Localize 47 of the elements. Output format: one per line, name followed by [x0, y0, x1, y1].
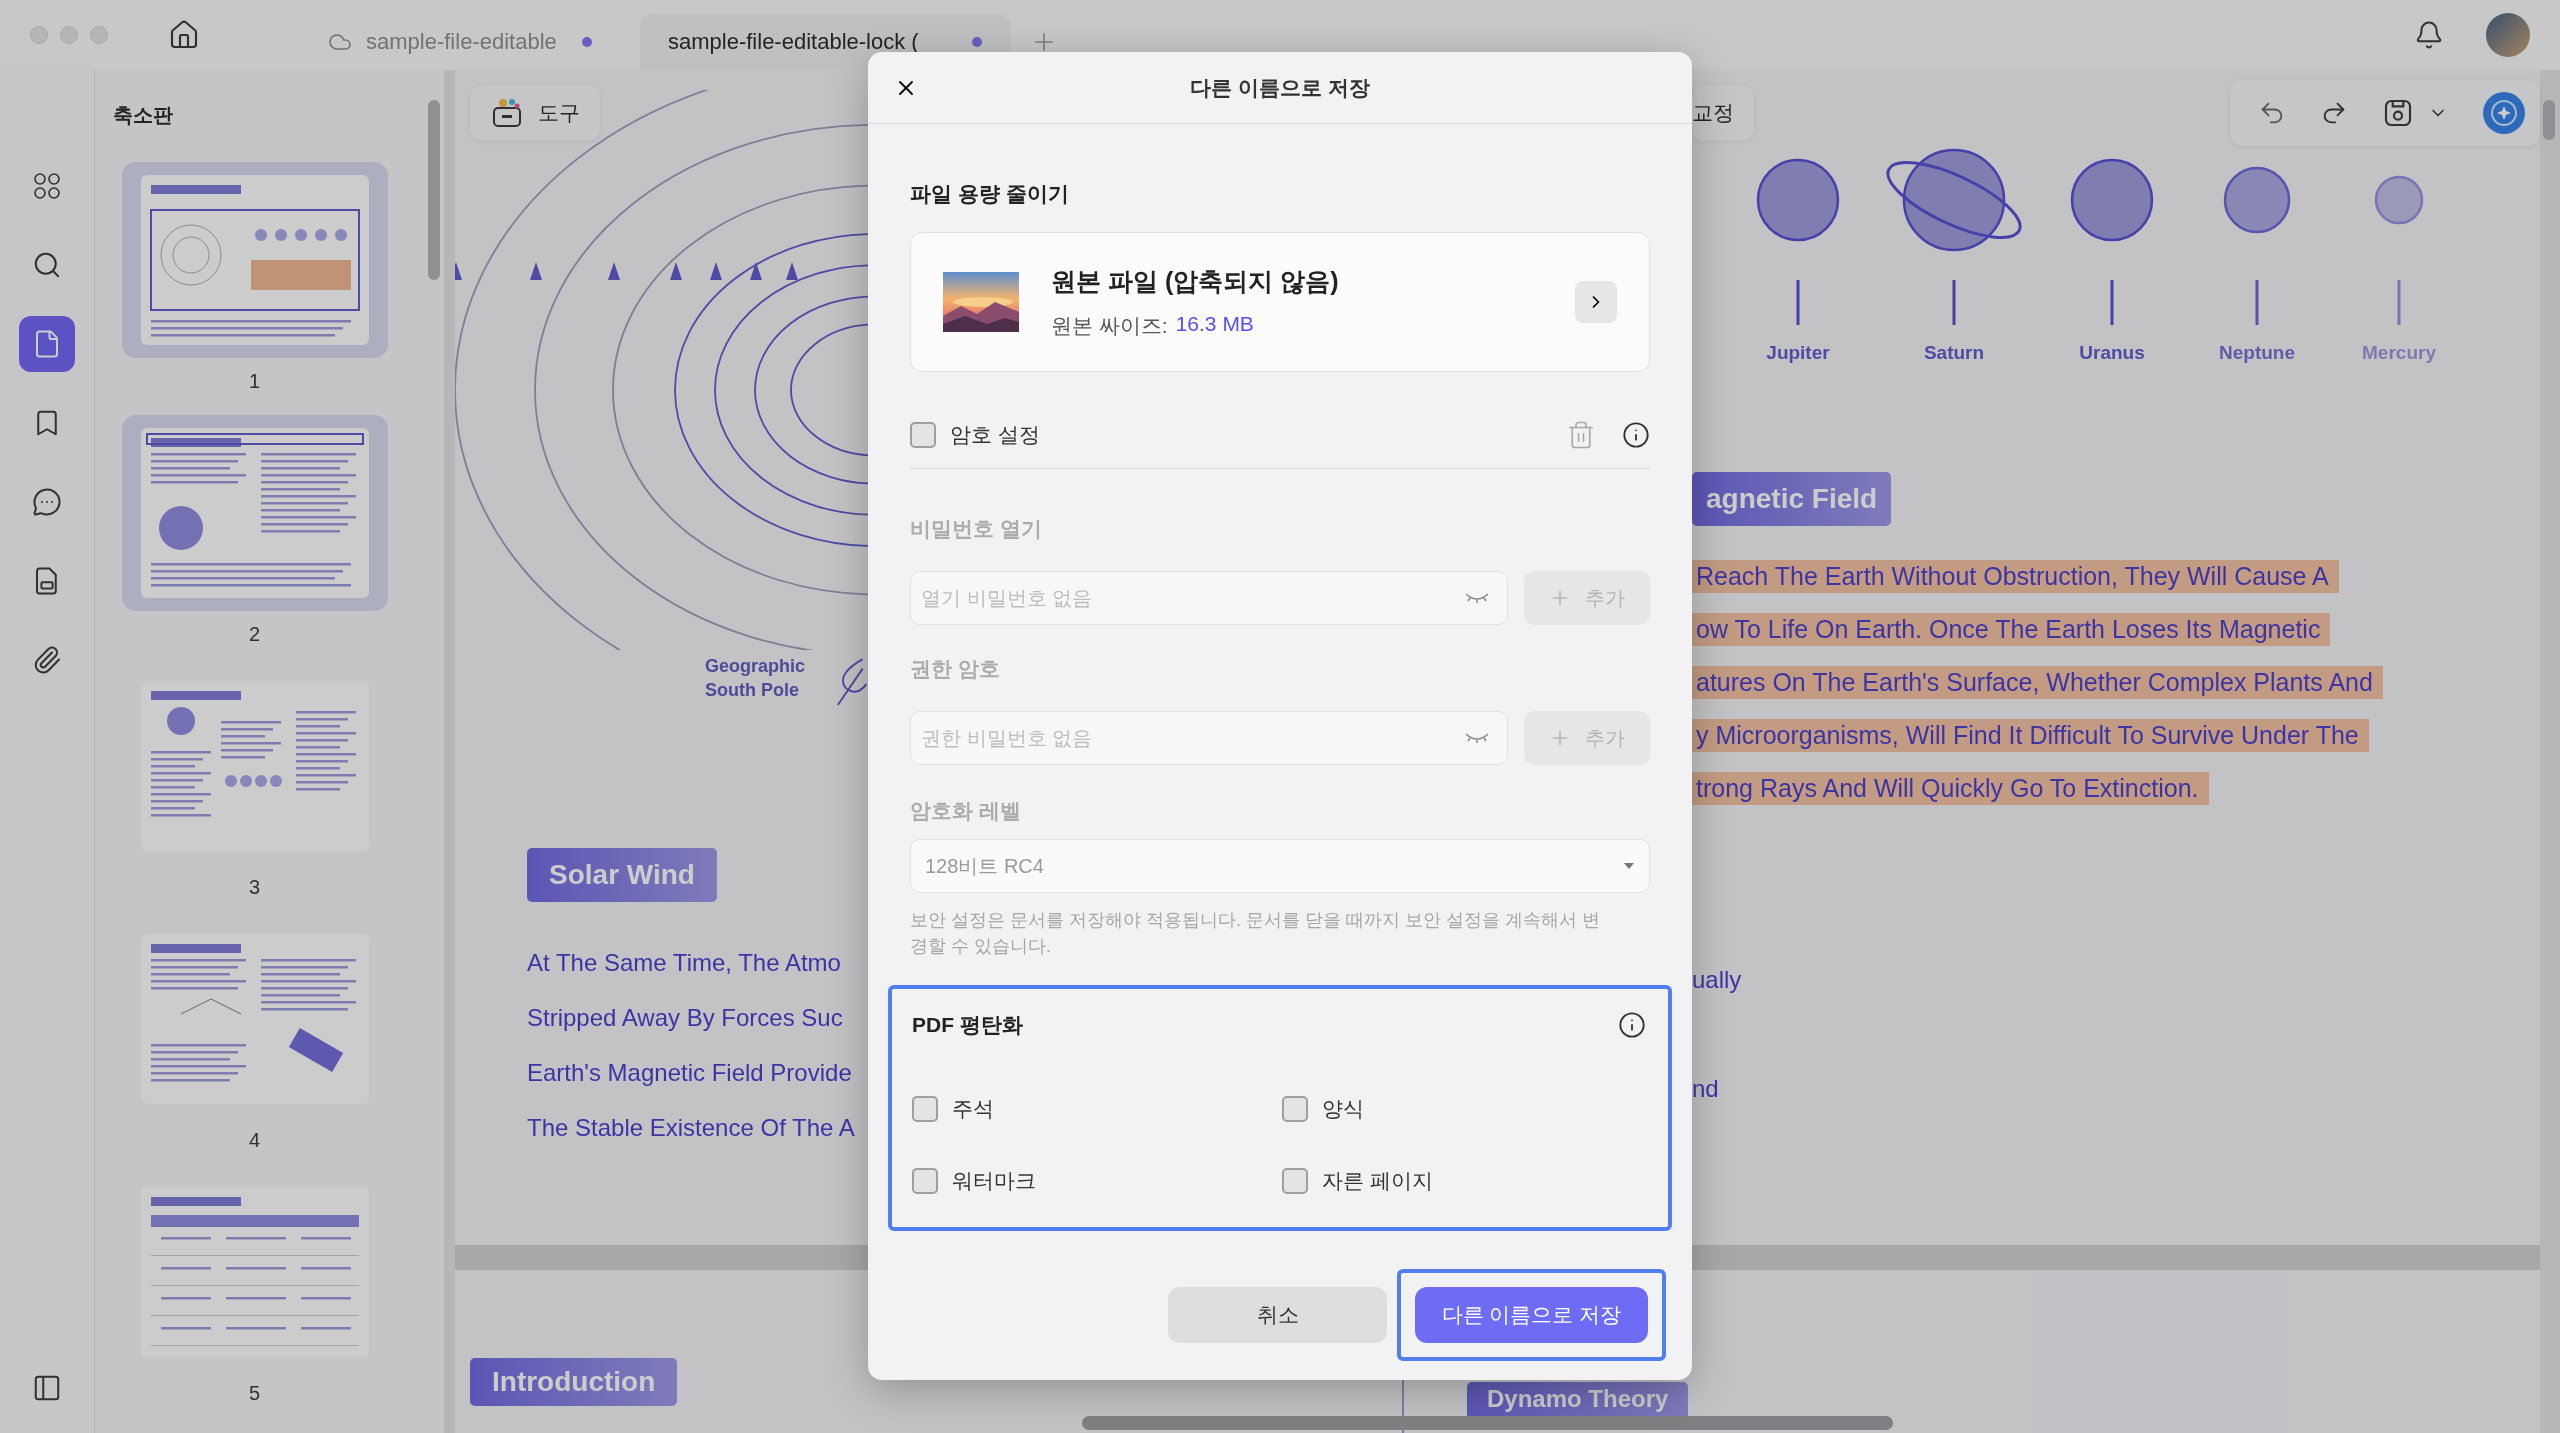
- security-note: 보안 설정은 문서를 저장해야 적용됩니다. 문서를 닫을 때까지 보안 설정을 계속해서 변경할 수 있습니다.: [910, 909, 1601, 959]
- figure-label: Geographic South Pole: [705, 655, 807, 703]
- dialog-title: 다른 이름으로 저장: [1190, 74, 1370, 101]
- section-heading: PDF 평탄화: [912, 1012, 1023, 1039]
- option-title: 원본 파일 (압축되지 않음): [1051, 265, 1340, 297]
- highlighted-text: Reach The Earth Without Obstruction, They Will Cause A: [1692, 560, 2339, 593]
- field-label: 권한 암호: [910, 656, 1001, 682]
- section-heading: Solar Wind: [527, 848, 717, 902]
- tools-button[interactable]: 도구: [470, 85, 600, 141]
- highlighted-text: trong Rays And Will Quickly Go To Extinction.: [1692, 772, 2209, 805]
- planet-label: Mercury: [2362, 342, 2436, 364]
- checkbox-label: 워터마크: [952, 1168, 1036, 1195]
- cancel-button[interactable]: 취소: [1168, 1287, 1387, 1344]
- highlighted-text: y Microorganisms, Will Find It Difficult To Survive Under The: [1692, 719, 2369, 752]
- size-label: 원본 싸이즈:: [1051, 312, 1168, 339]
- size-value: 16.3 MB: [1175, 311, 1254, 337]
- field-label: 비밀번호 열기: [910, 516, 1043, 542]
- field-label: 암호화 레벨: [910, 798, 1022, 824]
- proofread-button[interactable]: 교정: [1692, 85, 1754, 141]
- planet-label: Saturn: [1923, 342, 1985, 364]
- planet-label: Neptune: [2219, 342, 2295, 364]
- section-heading: agnetic Field: [1692, 472, 1892, 526]
- body-text: Stripped Away By Forces Suc: [527, 1003, 844, 1033]
- page-number: 5: [248, 1382, 261, 1405]
- section-heading: 파일 용량 줄이기: [910, 181, 1070, 207]
- compression-option-card[interactable]: 원본 파일 (압축되지 않음) 원본 싸이즈: 16.3 MB: [910, 232, 1650, 372]
- page-number: 4: [248, 1129, 261, 1152]
- page-number: 3: [248, 876, 261, 899]
- highlighted-text: ow To Life On Earth. Once The Earth Loses Its Magnetic: [1692, 613, 2331, 646]
- body-text: ually: [1692, 965, 1743, 995]
- section-heading: Dynamo Theory: [1467, 1382, 1689, 1416]
- body-text: nd: [1692, 1074, 1720, 1104]
- body-text: The Stable Existence Of The A: [527, 1113, 856, 1143]
- planet-label: Uranus: [2079, 342, 2145, 364]
- checkbox-label: 양식: [1322, 1096, 1364, 1123]
- checkbox-label: 자른 페이지: [1322, 1168, 1433, 1195]
- section-heading: Introduction: [470, 1358, 678, 1406]
- highlighted-text: atures On The Earth's Surface, Whether Complex Plants And: [1692, 666, 2383, 699]
- page-number: 1: [248, 370, 261, 393]
- checkbox-label: 주석: [952, 1096, 994, 1123]
- body-text: Earth's Magnetic Field Provide: [527, 1058, 853, 1088]
- checkbox-label: 암호 설정: [950, 422, 1040, 448]
- body-text: At The Same Time, The Atmo: [527, 948, 842, 978]
- page-number: 2: [248, 623, 261, 646]
- save-as-button[interactable]: 다른 이름으로 저장: [1415, 1287, 1648, 1344]
- planet-label: Jupiter: [1766, 342, 1830, 364]
- panel-title: 축소판: [112, 103, 174, 128]
